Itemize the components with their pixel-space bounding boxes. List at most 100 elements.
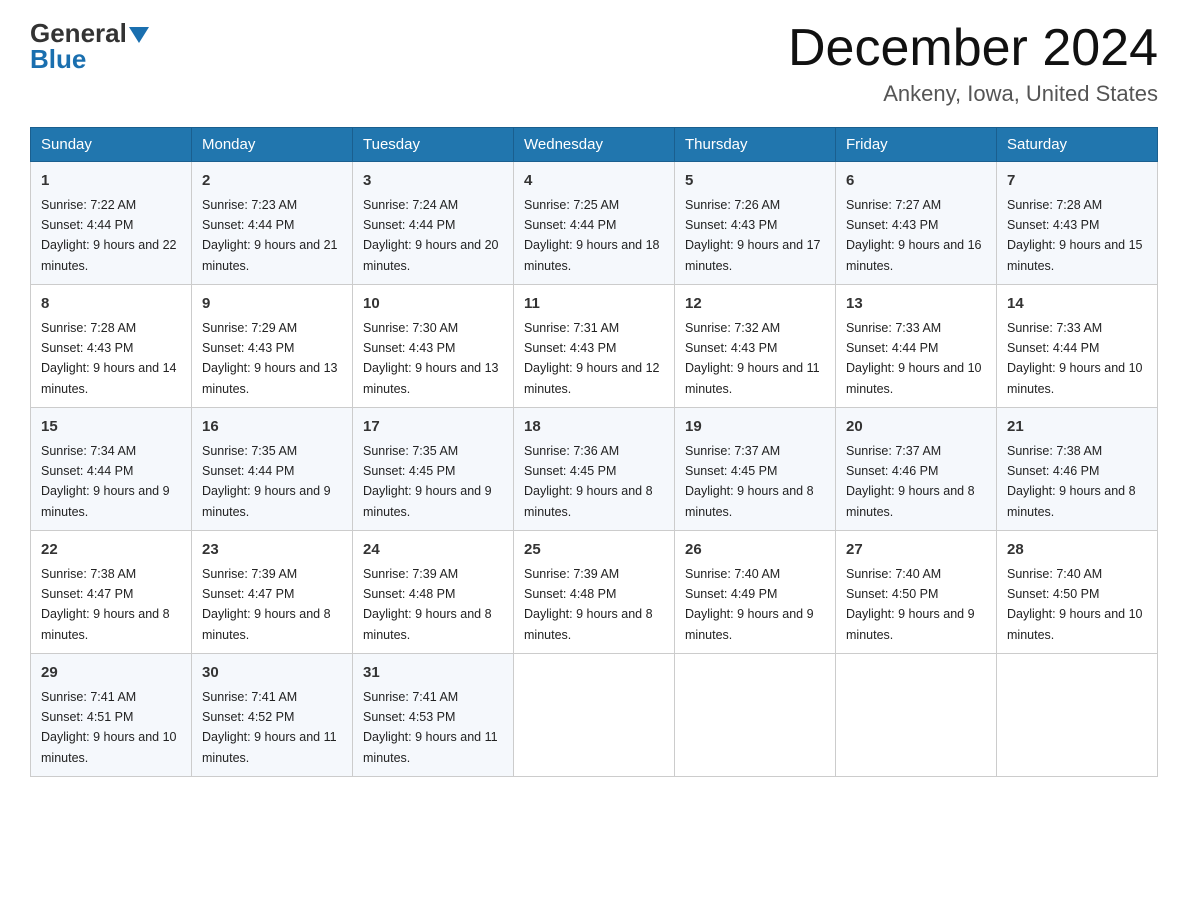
calendar-cell: 2 Sunrise: 7:23 AMSunset: 4:44 PMDayligh… (192, 162, 353, 285)
title-area: December 2024 Ankeny, Iowa, United State… (788, 20, 1158, 107)
day-number: 18 (524, 416, 664, 439)
calendar-cell: 11 Sunrise: 7:31 AMSunset: 4:43 PMDaylig… (514, 285, 675, 408)
weekday-header-saturday: Saturday (997, 128, 1158, 162)
calendar-week-row: 15 Sunrise: 7:34 AMSunset: 4:44 PMDaylig… (31, 408, 1158, 531)
calendar-cell: 29 Sunrise: 7:41 AMSunset: 4:51 PMDaylig… (31, 654, 192, 777)
calendar-cell: 24 Sunrise: 7:39 AMSunset: 4:48 PMDaylig… (353, 531, 514, 654)
day-info: Sunrise: 7:24 AMSunset: 4:44 PMDaylight:… (363, 198, 499, 273)
calendar-cell: 25 Sunrise: 7:39 AMSunset: 4:48 PMDaylig… (514, 531, 675, 654)
calendar-cell: 6 Sunrise: 7:27 AMSunset: 4:43 PMDayligh… (836, 162, 997, 285)
calendar-cell: 26 Sunrise: 7:40 AMSunset: 4:49 PMDaylig… (675, 531, 836, 654)
day-number: 22 (41, 539, 181, 562)
day-info: Sunrise: 7:35 AMSunset: 4:45 PMDaylight:… (363, 444, 492, 519)
header: General Blue December 2024 Ankeny, Iowa,… (30, 20, 1158, 107)
day-info: Sunrise: 7:28 AMSunset: 4:43 PMDaylight:… (41, 321, 177, 396)
day-info: Sunrise: 7:32 AMSunset: 4:43 PMDaylight:… (685, 321, 820, 396)
day-number: 13 (846, 293, 986, 316)
day-number: 1 (41, 170, 181, 193)
weekday-header-friday: Friday (836, 128, 997, 162)
logo-text-line2: Blue (30, 46, 86, 72)
day-number: 26 (685, 539, 825, 562)
day-info: Sunrise: 7:22 AMSunset: 4:44 PMDaylight:… (41, 198, 177, 273)
day-number: 11 (524, 293, 664, 316)
calendar-cell: 7 Sunrise: 7:28 AMSunset: 4:43 PMDayligh… (997, 162, 1158, 285)
day-info: Sunrise: 7:41 AMSunset: 4:51 PMDaylight:… (41, 690, 177, 765)
calendar-cell: 4 Sunrise: 7:25 AMSunset: 4:44 PMDayligh… (514, 162, 675, 285)
calendar-cell: 14 Sunrise: 7:33 AMSunset: 4:44 PMDaylig… (997, 285, 1158, 408)
calendar-cell (675, 654, 836, 777)
day-number: 5 (685, 170, 825, 193)
calendar-cell: 30 Sunrise: 7:41 AMSunset: 4:52 PMDaylig… (192, 654, 353, 777)
calendar-cell: 21 Sunrise: 7:38 AMSunset: 4:46 PMDaylig… (997, 408, 1158, 531)
calendar-week-row: 8 Sunrise: 7:28 AMSunset: 4:43 PMDayligh… (31, 285, 1158, 408)
day-number: 30 (202, 662, 342, 685)
calendar-cell (514, 654, 675, 777)
calendar-week-row: 1 Sunrise: 7:22 AMSunset: 4:44 PMDayligh… (31, 162, 1158, 285)
day-number: 4 (524, 170, 664, 193)
calendar-week-row: 29 Sunrise: 7:41 AMSunset: 4:51 PMDaylig… (31, 654, 1158, 777)
weekday-header-sunday: Sunday (31, 128, 192, 162)
day-info: Sunrise: 7:34 AMSunset: 4:44 PMDaylight:… (41, 444, 170, 519)
day-info: Sunrise: 7:29 AMSunset: 4:43 PMDaylight:… (202, 321, 338, 396)
calendar-cell: 17 Sunrise: 7:35 AMSunset: 4:45 PMDaylig… (353, 408, 514, 531)
day-info: Sunrise: 7:41 AMSunset: 4:52 PMDaylight:… (202, 690, 337, 765)
day-info: Sunrise: 7:40 AMSunset: 4:49 PMDaylight:… (685, 567, 814, 642)
day-info: Sunrise: 7:41 AMSunset: 4:53 PMDaylight:… (363, 690, 498, 765)
day-number: 28 (1007, 539, 1147, 562)
day-number: 31 (363, 662, 503, 685)
day-info: Sunrise: 7:37 AMSunset: 4:46 PMDaylight:… (846, 444, 975, 519)
calendar-cell: 31 Sunrise: 7:41 AMSunset: 4:53 PMDaylig… (353, 654, 514, 777)
logo: General Blue (30, 20, 149, 72)
calendar-cell: 23 Sunrise: 7:39 AMSunset: 4:47 PMDaylig… (192, 531, 353, 654)
calendar-cell: 9 Sunrise: 7:29 AMSunset: 4:43 PMDayligh… (192, 285, 353, 408)
calendar-cell (836, 654, 997, 777)
calendar-table: SundayMondayTuesdayWednesdayThursdayFrid… (30, 127, 1158, 777)
day-info: Sunrise: 7:28 AMSunset: 4:43 PMDaylight:… (1007, 198, 1143, 273)
day-number: 25 (524, 539, 664, 562)
day-info: Sunrise: 7:23 AMSunset: 4:44 PMDaylight:… (202, 198, 338, 273)
day-number: 15 (41, 416, 181, 439)
day-number: 20 (846, 416, 986, 439)
calendar-cell: 22 Sunrise: 7:38 AMSunset: 4:47 PMDaylig… (31, 531, 192, 654)
day-info: Sunrise: 7:40 AMSunset: 4:50 PMDaylight:… (846, 567, 975, 642)
calendar-cell: 12 Sunrise: 7:32 AMSunset: 4:43 PMDaylig… (675, 285, 836, 408)
day-number: 14 (1007, 293, 1147, 316)
day-info: Sunrise: 7:31 AMSunset: 4:43 PMDaylight:… (524, 321, 660, 396)
calendar-cell: 28 Sunrise: 7:40 AMSunset: 4:50 PMDaylig… (997, 531, 1158, 654)
day-number: 27 (846, 539, 986, 562)
calendar-cell: 16 Sunrise: 7:35 AMSunset: 4:44 PMDaylig… (192, 408, 353, 531)
calendar-cell: 15 Sunrise: 7:34 AMSunset: 4:44 PMDaylig… (31, 408, 192, 531)
weekday-header-thursday: Thursday (675, 128, 836, 162)
weekday-header-wednesday: Wednesday (514, 128, 675, 162)
day-info: Sunrise: 7:35 AMSunset: 4:44 PMDaylight:… (202, 444, 331, 519)
calendar-cell: 8 Sunrise: 7:28 AMSunset: 4:43 PMDayligh… (31, 285, 192, 408)
day-info: Sunrise: 7:39 AMSunset: 4:48 PMDaylight:… (363, 567, 492, 642)
day-number: 21 (1007, 416, 1147, 439)
logo-text-line1: General (30, 20, 149, 46)
day-info: Sunrise: 7:36 AMSunset: 4:45 PMDaylight:… (524, 444, 653, 519)
day-info: Sunrise: 7:38 AMSunset: 4:46 PMDaylight:… (1007, 444, 1136, 519)
day-info: Sunrise: 7:26 AMSunset: 4:43 PMDaylight:… (685, 198, 821, 273)
day-info: Sunrise: 7:37 AMSunset: 4:45 PMDaylight:… (685, 444, 814, 519)
day-number: 23 (202, 539, 342, 562)
day-number: 10 (363, 293, 503, 316)
day-number: 24 (363, 539, 503, 562)
day-number: 19 (685, 416, 825, 439)
day-number: 3 (363, 170, 503, 193)
calendar-cell: 27 Sunrise: 7:40 AMSunset: 4:50 PMDaylig… (836, 531, 997, 654)
day-number: 9 (202, 293, 342, 316)
day-info: Sunrise: 7:33 AMSunset: 4:44 PMDaylight:… (846, 321, 982, 396)
day-number: 29 (41, 662, 181, 685)
day-info: Sunrise: 7:33 AMSunset: 4:44 PMDaylight:… (1007, 321, 1143, 396)
day-info: Sunrise: 7:30 AMSunset: 4:43 PMDaylight:… (363, 321, 499, 396)
calendar-cell: 13 Sunrise: 7:33 AMSunset: 4:44 PMDaylig… (836, 285, 997, 408)
day-info: Sunrise: 7:39 AMSunset: 4:47 PMDaylight:… (202, 567, 331, 642)
day-number: 6 (846, 170, 986, 193)
day-info: Sunrise: 7:40 AMSunset: 4:50 PMDaylight:… (1007, 567, 1143, 642)
calendar-cell: 10 Sunrise: 7:30 AMSunset: 4:43 PMDaylig… (353, 285, 514, 408)
calendar-cell: 18 Sunrise: 7:36 AMSunset: 4:45 PMDaylig… (514, 408, 675, 531)
month-title: December 2024 (788, 20, 1158, 77)
day-info: Sunrise: 7:25 AMSunset: 4:44 PMDaylight:… (524, 198, 660, 273)
day-info: Sunrise: 7:38 AMSunset: 4:47 PMDaylight:… (41, 567, 170, 642)
calendar-cell: 3 Sunrise: 7:24 AMSunset: 4:44 PMDayligh… (353, 162, 514, 285)
